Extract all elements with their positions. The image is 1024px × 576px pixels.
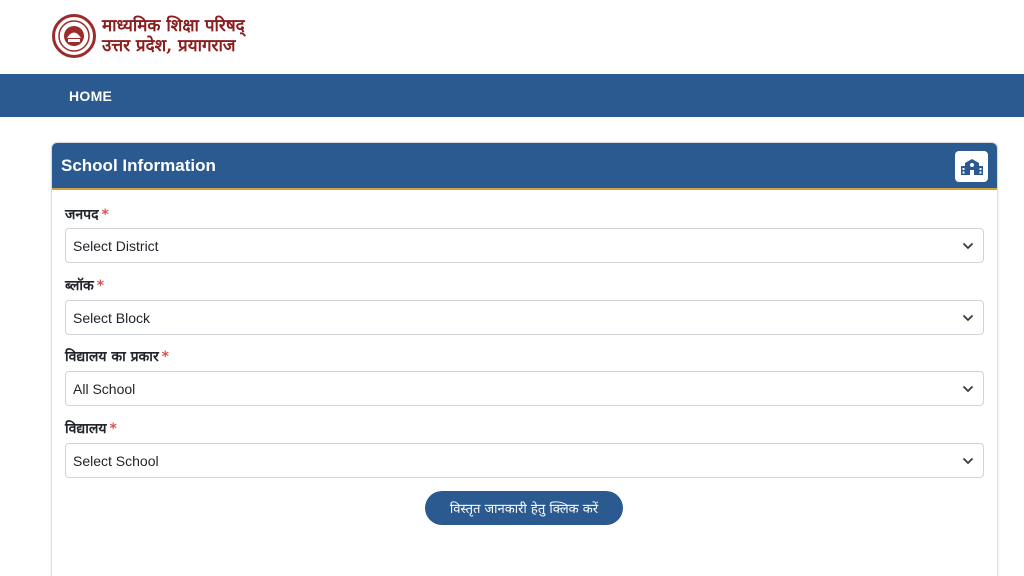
chevron-down-icon (962, 385, 974, 393)
card-title: School Information (61, 156, 216, 175)
school-label-text: विद्यालय (65, 421, 107, 437)
block-select[interactable]: Select Block (65, 300, 984, 335)
chevron-down-icon (962, 242, 974, 250)
chevron-down-icon (962, 314, 974, 322)
required-mark: * (96, 278, 105, 294)
school-type-select-value: All School (73, 380, 136, 397)
site-header: माध्यमिक शिक्षा परिषद् उत्तर प्रदेश, प्र… (0, 0, 1024, 74)
block-label: ब्लॉक * (65, 276, 104, 295)
card-header: School Information (52, 143, 997, 190)
district-select[interactable]: Select District (65, 228, 984, 263)
site-logo[interactable]: माध्यमिक शिक्षा परिषद् उत्तर प्रदेश, प्र… (52, 14, 245, 58)
school-label: विद्यालय * (65, 419, 117, 438)
required-mark: * (109, 421, 117, 437)
nav-home-link[interactable]: HOME (69, 74, 112, 117)
organization-name-line1: माध्यमिक शिक्षा परिषद् (102, 16, 245, 36)
organization-name-line2: उत्तर प्रदेश, प्रयागराज (102, 36, 236, 56)
required-mark: * (161, 349, 169, 365)
district-select-value: Select District (73, 237, 159, 254)
up-govt-seal-icon (52, 14, 96, 58)
school-type-label: विद्यालय का प्रकार * (65, 347, 169, 366)
block-select-value: Select Block (73, 309, 151, 326)
main-navbar: HOME (0, 74, 1024, 117)
school-type-select[interactable]: All School (65, 371, 984, 406)
required-mark: * (101, 207, 109, 223)
chevron-down-icon (962, 457, 974, 465)
block-label-text: ब्लॉक (65, 278, 94, 294)
school-building-icon (955, 151, 988, 182)
school-select-value: Select School (73, 452, 159, 469)
view-details-button[interactable]: विस्तृत जानकारी हेतु क्लिक करें (425, 491, 623, 525)
school-information-card: School Information जनपद * Select District (51, 142, 998, 576)
district-label-text: जनपद (65, 207, 99, 223)
organization-name: माध्यमिक शिक्षा परिषद् उत्तर प्रदेश, प्र… (102, 16, 245, 56)
school-select[interactable]: Select School (65, 443, 984, 478)
school-type-label-text: विद्यालय का प्रकार (65, 349, 159, 365)
district-label: जनपद * (65, 205, 109, 224)
